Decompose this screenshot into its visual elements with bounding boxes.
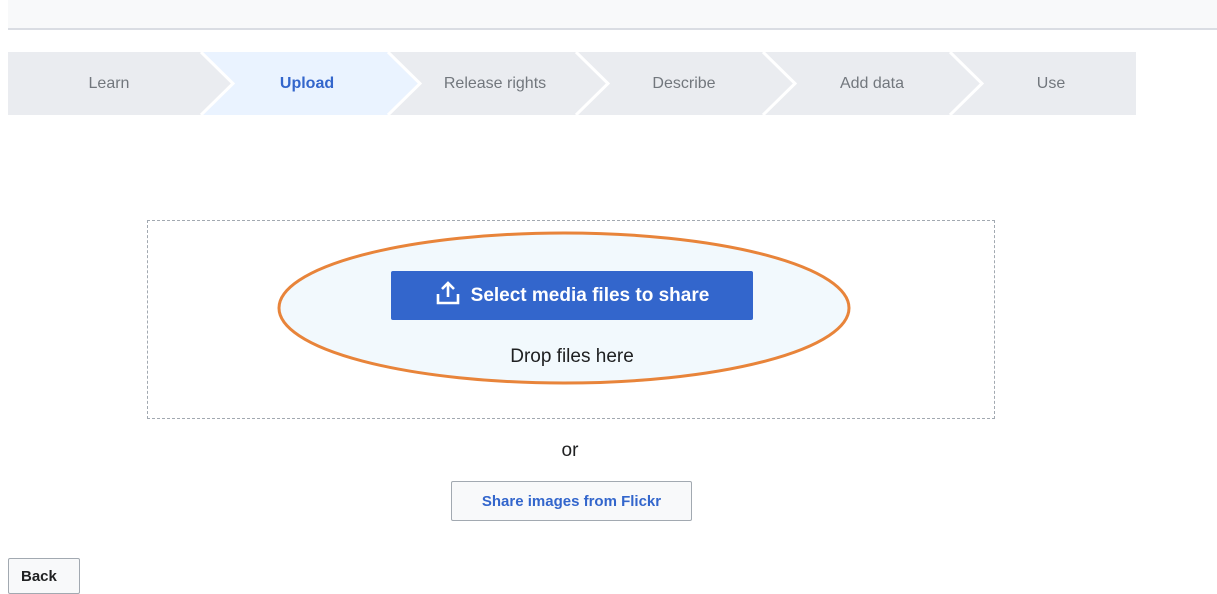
share-from-flickr-button[interactable]: Share images from Flickr — [451, 481, 692, 521]
upload-icon — [435, 280, 461, 312]
step-describe: Describe — [652, 75, 716, 92]
back-button[interactable]: Back — [8, 558, 80, 594]
upload-wizard-steps: Learn Upload Release rights Describe Add… — [8, 52, 1136, 115]
step-learn: Learn — [88, 75, 130, 92]
step-use: Use — [1036, 75, 1066, 92]
top-header-bar — [8, 0, 1217, 30]
or-separator: or — [561, 440, 579, 461]
drop-files-hint: Drop files here — [510, 346, 634, 367]
step-upload: Upload — [279, 75, 335, 92]
step-add-data: Add data — [839, 75, 905, 92]
select-media-files-label: Select media files to share — [470, 284, 710, 306]
step-release-rights: Release rights — [443, 75, 547, 92]
select-media-files-button[interactable]: Select media files to share — [391, 271, 753, 320]
